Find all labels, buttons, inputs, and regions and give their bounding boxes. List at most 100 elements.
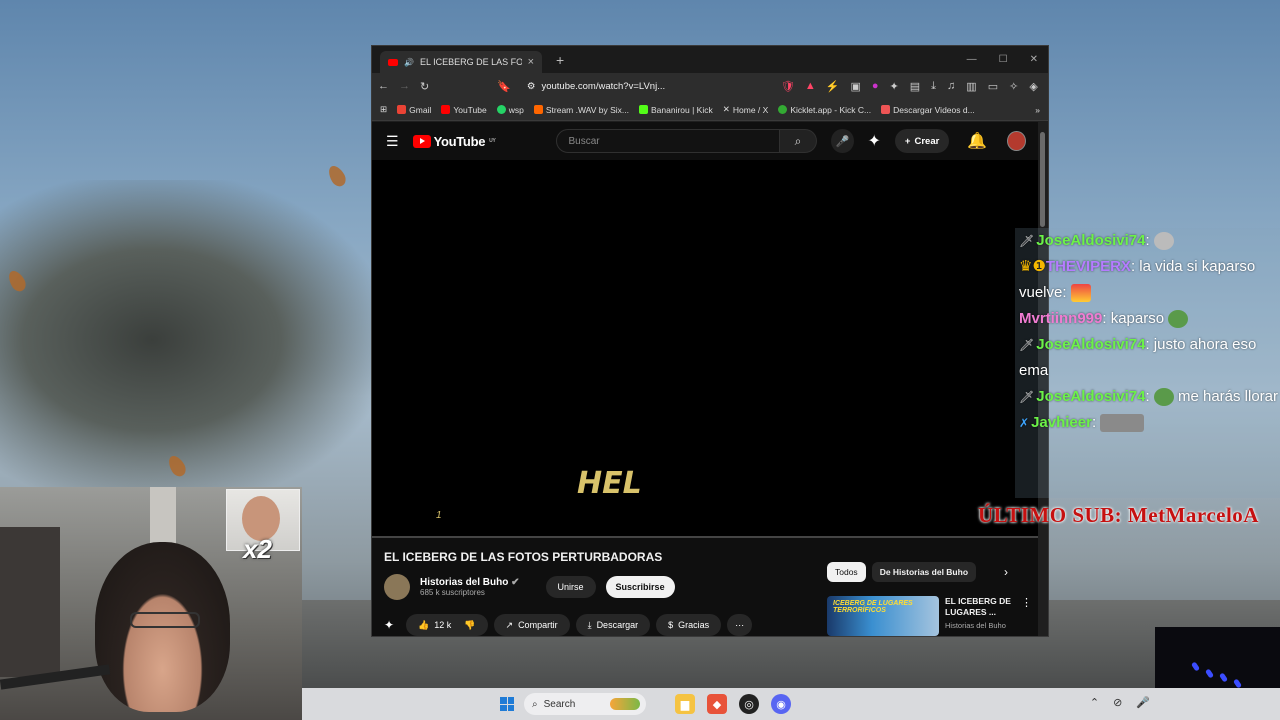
bookmark-stream[interactable]: Stream .WAV by Six... [533, 105, 629, 115]
windows-start-icon[interactable] [500, 697, 514, 711]
chat-message: 🗡 JoseAldosivi74: [1019, 228, 1280, 254]
extension-icon[interactable]: ▤ [910, 80, 920, 93]
file-explorer-icon[interactable]: ▆ [675, 694, 695, 714]
recommended-thumbnail[interactable]: ICEBERG DE LUGARES TERRORÍFICOS [827, 596, 939, 636]
subscribe-button[interactable]: Suscribirse [605, 576, 675, 598]
bookmark-descargar[interactable]: Descargar Videos d... [881, 105, 975, 115]
youtube-logo[interactable]: YouTube UY [412, 134, 496, 149]
share-button[interactable]: ↗ Compartir [493, 614, 570, 636]
reload-icon[interactable]: ↻ [420, 80, 429, 93]
channel-row: Historias del Buho ✔ 685 k suscriptores … [384, 574, 675, 600]
sword-badge-icon: 🗡 [1019, 390, 1035, 404]
tray-chevron-icon[interactable]: ⌃ [1090, 696, 1099, 709]
like-button[interactable]: 👍 12 k 👎 [406, 614, 488, 636]
vpn-icon[interactable]: ◈ [1029, 80, 1037, 93]
plus-icon: + [904, 135, 911, 147]
leo-icon[interactable]: ✧ [1009, 80, 1018, 93]
download-button[interactable]: ⤓ Descargar [575, 614, 651, 636]
window-controls: — ☐ ✕ [967, 54, 1048, 65]
subscriber-count: 685 k suscriptores [420, 588, 485, 597]
extension-icon[interactable]: ● [872, 80, 879, 93]
bookmark-gmail[interactable]: Gmail [397, 105, 431, 115]
create-button[interactable]: + Crear [894, 129, 950, 153]
more-actions-button[interactable]: ⋯ [727, 614, 753, 636]
close-tab-icon[interactable]: × [528, 56, 534, 68]
recommended-title[interactable]: EL ICEBERG DE LUGARES ... [945, 596, 1015, 618]
minimize-icon[interactable]: — [967, 54, 977, 65]
whatsapp-icon [496, 105, 506, 114]
search-icon: ⌕ [794, 133, 802, 148]
youtube-play-icon [412, 134, 431, 148]
bookmark-x[interactable]: ✕ Home / X [723, 104, 769, 115]
tab-bar: 🔊 EL ICEBERG DE LAS FOTOS PE × + — ☐ ✕ [372, 46, 1048, 73]
hamburger-menu-icon[interactable]: ☰ [386, 133, 399, 150]
maximize-icon[interactable]: ☐ [999, 54, 1008, 65]
browser-tab[interactable]: 🔊 EL ICEBERG DE LAS FOTOS PE × [380, 51, 542, 73]
thumbs-up-icon: 👍 [418, 619, 430, 630]
recommended-channel[interactable]: Historias del Buho [945, 621, 1015, 630]
notifications-icon[interactable]: 🔔 [967, 131, 987, 151]
account-avatar[interactable] [1007, 131, 1026, 151]
bookmark-wsp[interactable]: wsp [496, 105, 524, 115]
taskbar-search[interactable]: ⌕ Search [524, 693, 646, 715]
address-bar[interactable]: ⚙ youtube.com/watch?v=LVnj... [521, 76, 771, 96]
search-input[interactable]: Buscar [555, 129, 780, 153]
kebab-menu-icon[interactable]: ⋮ [1021, 596, 1032, 636]
forward-icon[interactable]: → [399, 80, 410, 92]
rewards-icon[interactable]: ▲ [805, 80, 816, 92]
sword-badge-icon: ✗ [1019, 416, 1030, 430]
more-bookmarks-icon[interactable]: » [1035, 105, 1040, 115]
pepe-emote-icon [1153, 388, 1174, 407]
discord-icon[interactable]: ◉ [771, 694, 791, 714]
recommended-video[interactable]: ICEBERG DE LUGARES TERRORÍFICOS EL ICEBE… [827, 596, 1032, 636]
download-site-icon [881, 105, 891, 114]
extension-icon[interactable]: ⚡ [826, 80, 840, 93]
share-icon: ↗ [505, 619, 514, 630]
thumbs-down-icon[interactable]: 👎 [464, 620, 475, 631]
back-icon[interactable]: ← [378, 80, 389, 92]
filter-channel[interactable]: De Historias del Buho [871, 562, 977, 582]
microphone-icon[interactable]: 🎤 [1136, 696, 1150, 709]
thanks-button[interactable]: $ Gracias [656, 614, 722, 636]
pepe-emote-icon [1168, 310, 1189, 329]
chevron-right-icon[interactable]: › [1004, 565, 1008, 579]
bookmarks-bar: ⊞ Gmail YouTube wsp Stream .WAV by Six..… [372, 99, 1048, 121]
emote-icon [1100, 414, 1145, 433]
voice-search-button[interactable]: 🎤 [831, 129, 854, 153]
close-window-icon[interactable]: ✕ [1030, 54, 1038, 65]
bookmark-icon[interactable]: 🔖 [497, 80, 511, 93]
search-button[interactable]: ⌕ [779, 129, 818, 153]
download-icon[interactable]: ⤓ [931, 80, 936, 93]
bookmark-kicklet[interactable]: Kicklet.app - Kick C... [778, 105, 871, 115]
join-button[interactable]: Unirse [545, 576, 596, 598]
channel-avatar[interactable] [384, 574, 410, 600]
bookmark-youtube[interactable]: YouTube [441, 105, 487, 115]
channel-name[interactable]: Historias del Buho ✔ [420, 577, 520, 588]
brave-shield-icon[interactable]: 🛡 [781, 80, 795, 93]
youtube-icon [441, 105, 451, 114]
video-overlay-text: HEL [577, 466, 642, 501]
extension-icon[interactable]: ▣ [850, 80, 860, 93]
wallet-icon[interactable]: ▭ [988, 80, 998, 93]
puzzle-icon[interactable]: ✦ [890, 80, 899, 93]
brave-browser-icon[interactable]: ◆ [707, 694, 727, 714]
filter-all[interactable]: Todos [827, 562, 866, 582]
site-info-icon[interactable]: ⚙ [527, 81, 536, 92]
apps-grid-icon[interactable]: ⊞ [380, 104, 387, 115]
video-player[interactable]: HEL 1 [372, 160, 1040, 538]
new-tab-button[interactable]: + [556, 52, 564, 68]
video-title: EL ICEBERG DE LAS FOTOS PERTURBADORAS [384, 550, 663, 564]
extension-icon[interactable]: ✦ [868, 131, 881, 151]
network-icon[interactable]: ⊘ [1113, 696, 1122, 709]
scrollbar-thumb[interactable] [1040, 132, 1045, 227]
sidebar-icon[interactable]: ▥ [966, 80, 976, 93]
bookmark-kick[interactable]: Bananirou | Kick [639, 105, 713, 115]
shelf [0, 527, 60, 677]
video-progress-bar[interactable] [372, 536, 1040, 538]
emote-icon [1070, 284, 1091, 303]
obs-icon[interactable]: ◎ [739, 694, 759, 714]
chat-message: Mvrtiinn999: kaparso [1019, 306, 1280, 332]
glasses [130, 612, 200, 628]
music-icon[interactable]: ♫ [947, 80, 955, 93]
extension-icon[interactable]: ✦ [384, 618, 394, 632]
